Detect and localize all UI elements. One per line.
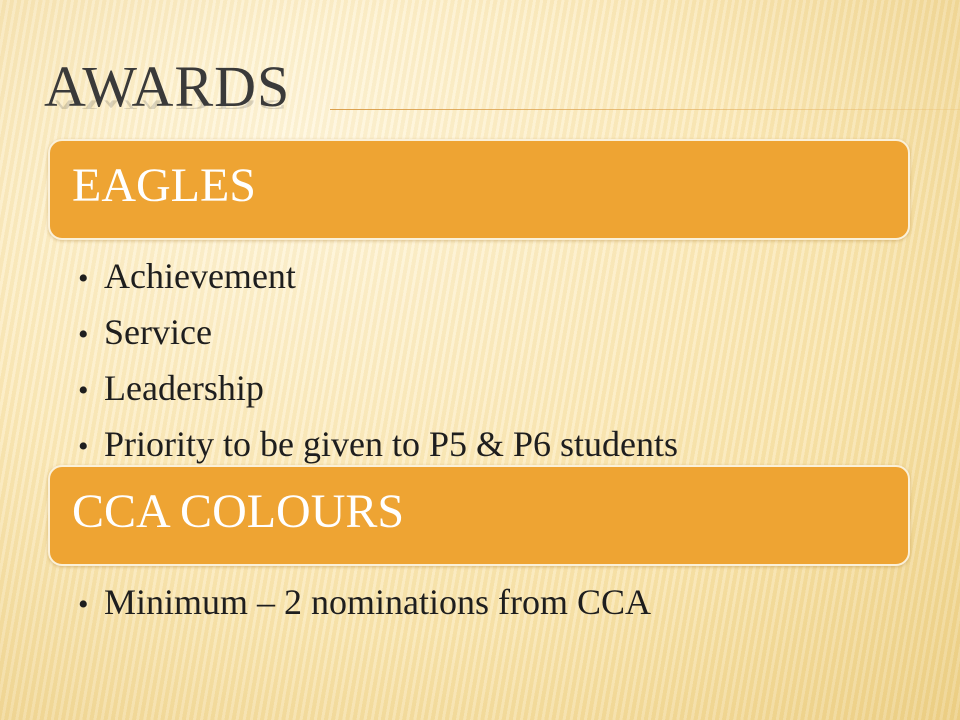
eagles-bullet-list: • Achievement • Service • Leadership • Prior… — [78, 248, 678, 472]
section-heading-cca-colours: CCA COLOURS — [72, 485, 405, 538]
bullet-text: Service — [104, 312, 212, 352]
bullet-item: • Service — [78, 304, 678, 360]
section-heading-eagles: EAGLES — [72, 159, 256, 212]
bullet-item: • Leadership — [78, 360, 678, 416]
bullet-text: Leadership — [104, 368, 264, 408]
bullet-text: Achievement — [104, 256, 296, 296]
bullet-item: • Minimum – 2 nominations from CCA — [78, 574, 651, 630]
bullet-item: • Achievement — [78, 248, 678, 304]
slide-canvas: AWARDS AWARDS EAGLES •Achievement •Servi… — [0, 0, 960, 720]
bullet-item: • Priority to be given to P5 & P6 student… — [78, 416, 678, 472]
cca-bullet-list: • Minimum – 2 nominations from CCA — [78, 574, 651, 630]
title-underline-rule — [330, 109, 960, 110]
bullet-dot-icon: • — [78, 262, 89, 295]
slide-title-reflection: AWARDS — [44, 100, 290, 113]
bullet-dot-icon: • — [78, 588, 89, 621]
section-header-eagles: EAGLES — [48, 139, 910, 240]
bullet-text: Minimum – 2 nominations from CCA — [104, 582, 652, 622]
bullet-dot-icon: • — [78, 318, 89, 351]
bullet-dot-icon: • — [78, 374, 89, 407]
bullet-text: Priority to be given to P5 & P6 students — [104, 424, 679, 464]
section-header-cca-colours: CCA COLOURS — [48, 465, 910, 566]
